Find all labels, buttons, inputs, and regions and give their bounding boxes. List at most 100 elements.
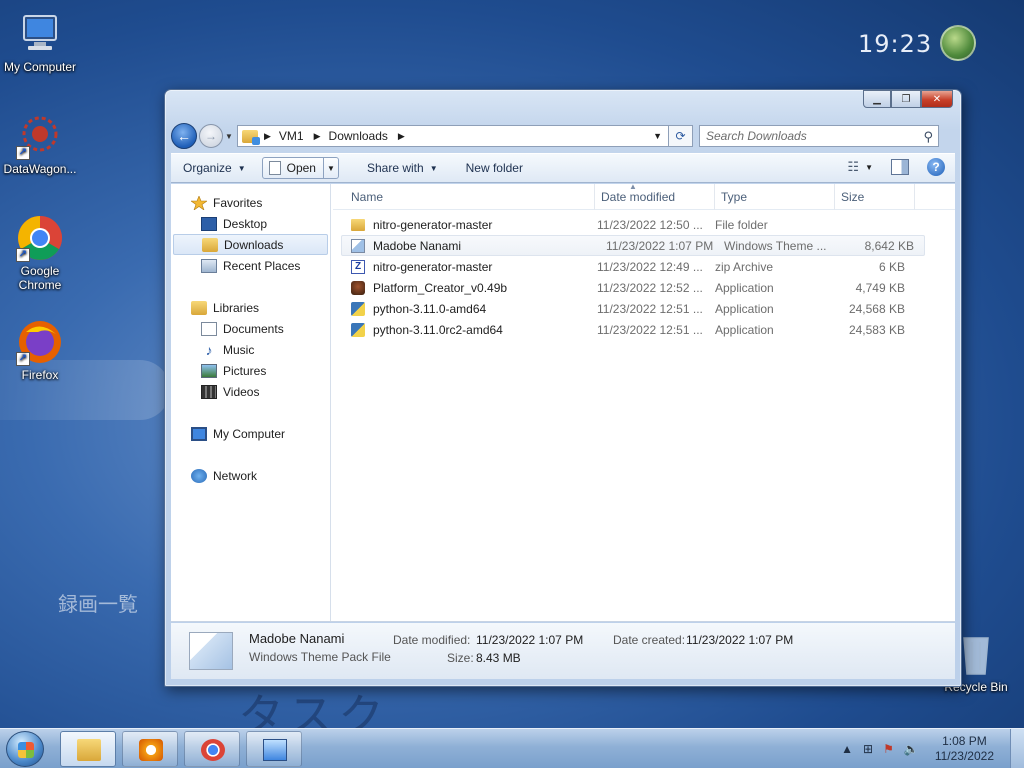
close-button[interactable]: ✕ bbox=[921, 90, 953, 108]
nav-desktop[interactable]: Desktop bbox=[171, 213, 330, 234]
taskbar-media-player[interactable] bbox=[122, 731, 178, 767]
show-desktop-button[interactable] bbox=[1010, 729, 1024, 768]
column-label: Name bbox=[351, 189, 384, 204]
navigation-bar: ← → ▼ ▶ VM1 ▶ Downloads ▶ ▼ ⟳ Search Dow… bbox=[171, 122, 955, 150]
breadcrumb-separator-icon[interactable]: ▶ bbox=[264, 131, 271, 142]
nav-downloads[interactable]: Downloads bbox=[173, 234, 328, 255]
share-with-menu[interactable]: Share with ▼ bbox=[367, 161, 438, 175]
desktop-icon-my-computer[interactable]: My Computer bbox=[0, 10, 80, 74]
file-type: zip Archive bbox=[715, 259, 774, 274]
nav-recent-places[interactable]: Recent Places bbox=[171, 255, 330, 276]
desktop-icon-firefox[interactable]: ↗ Firefox bbox=[0, 318, 80, 382]
computer-icon bbox=[16, 10, 64, 58]
star-icon bbox=[190, 194, 208, 211]
taskbar-clock[interactable]: 1:08 PM 11/23/2022 bbox=[935, 734, 994, 764]
music-note-icon: ♪ bbox=[205, 341, 213, 358]
file-rows: nitro-generator-master 11/23/2022 12:50 … bbox=[333, 210, 955, 340]
nav-music[interactable]: ♪ Music bbox=[171, 339, 330, 360]
desktop-icon-chrome[interactable]: ↗ Google Chrome bbox=[0, 214, 80, 292]
file-row[interactable]: python-3.11.0-amd64 11/23/2022 12:51 ...… bbox=[333, 298, 955, 319]
address-bar[interactable]: ▶ VM1 ▶ Downloads ▶ ▼ bbox=[237, 125, 669, 147]
details-pane: Madobe Nanami Windows Theme Pack File Da… bbox=[171, 623, 955, 679]
theme-file-thumbnail-icon bbox=[189, 632, 233, 670]
column-size[interactable]: Size bbox=[835, 183, 915, 210]
network-tray-icon[interactable]: ⊞ bbox=[863, 742, 873, 756]
column-date-modified[interactable]: Date modified bbox=[595, 183, 715, 210]
file-name: nitro-generator-master bbox=[373, 259, 493, 274]
desktop-icon-label: Firefox bbox=[21, 368, 59, 382]
taskbar: ▲ ⊞ ⚑ 🔈 1:08 PM 11/23/2022 bbox=[0, 728, 1024, 768]
file-type: Application bbox=[715, 301, 774, 316]
clock-date: 11/23/2022 bbox=[934, 749, 994, 763]
desktop-icon-label: Google Chrome bbox=[18, 264, 62, 292]
chevron-down-icon: ▼ bbox=[429, 163, 438, 173]
restore-button[interactable]: ❐ bbox=[891, 90, 921, 108]
shortcut-arrow-icon: ↗ bbox=[16, 146, 30, 160]
file-type: Application bbox=[715, 280, 774, 295]
nav-pictures[interactable]: Pictures bbox=[171, 360, 330, 381]
view-options-dropdown-icon[interactable]: ▼ bbox=[865, 163, 873, 172]
change-view-icon[interactable]: ☷ bbox=[847, 159, 859, 175]
volume-icon[interactable]: 🔈 bbox=[904, 742, 919, 756]
action-center-icon[interactable]: ⚑ bbox=[883, 742, 894, 756]
nav-label: Network bbox=[213, 468, 258, 483]
back-button[interactable]: ← bbox=[171, 123, 197, 149]
column-type[interactable]: Type bbox=[715, 183, 835, 210]
shortcut-arrow-icon: ↗ bbox=[16, 248, 30, 262]
taskbar-explorer[interactable] bbox=[60, 731, 116, 767]
column-label: Type bbox=[721, 189, 748, 204]
forward-button[interactable]: → bbox=[199, 124, 223, 148]
nav-documents[interactable]: Documents bbox=[171, 318, 330, 339]
recent-pages-dropdown[interactable]: ▼ bbox=[223, 132, 235, 141]
file-row[interactable]: nitro-generator-master 11/23/2022 12:50 … bbox=[333, 214, 955, 235]
details-date-modified: 11/23/2022 1:07 PM bbox=[476, 633, 584, 647]
new-folder-button[interactable]: New folder bbox=[466, 161, 523, 175]
preview-pane-icon[interactable] bbox=[891, 159, 909, 175]
windows-orb-gadget-icon bbox=[940, 25, 976, 61]
open-label: Open bbox=[286, 161, 316, 175]
organize-menu[interactable]: Organize ▼ bbox=[183, 161, 246, 175]
address-history-dropdown-icon[interactable]: ▼ bbox=[653, 131, 662, 141]
breadcrumb-vm1[interactable]: VM1 bbox=[279, 129, 304, 143]
nav-libraries[interactable]: Libraries bbox=[171, 297, 330, 318]
file-type: Windows Theme ... bbox=[724, 238, 827, 253]
media-player-icon bbox=[139, 739, 163, 761]
column-headers: ▲ Name Date modified Type Size bbox=[333, 182, 955, 210]
nav-network[interactable]: Network bbox=[171, 465, 330, 486]
breadcrumb-downloads[interactable]: Downloads bbox=[329, 129, 388, 143]
breadcrumb-separator-icon[interactable]: ▶ bbox=[398, 131, 405, 142]
wallpaper-text: 録画一覧 bbox=[58, 592, 138, 616]
theme-file-icon bbox=[351, 238, 365, 253]
sort-indicator-icon: ▲ bbox=[629, 182, 637, 191]
file-row-selected[interactable]: Madobe Nanami 11/23/2022 1:07 PM Windows… bbox=[341, 235, 925, 256]
search-icon[interactable]: ⚲ bbox=[923, 129, 933, 145]
nav-videos[interactable]: Videos bbox=[171, 381, 330, 402]
file-list: ▲ Name Date modified Type Size nitro-gen… bbox=[333, 182, 955, 621]
explorer-icon bbox=[77, 739, 101, 761]
open-button-group: Open ▼ bbox=[261, 157, 339, 179]
minimize-button[interactable]: ▁ bbox=[863, 90, 891, 108]
breadcrumb-separator-icon[interactable]: ▶ bbox=[314, 131, 321, 142]
open-with-dropdown[interactable]: ▼ bbox=[324, 158, 338, 178]
file-row[interactable]: python-3.11.0rc2-amd64 11/23/2022 12:51 … bbox=[333, 319, 955, 340]
file-row[interactable]: Platform_Creator_v0.49b 11/23/2022 12:52… bbox=[333, 277, 955, 298]
start-button[interactable] bbox=[6, 731, 44, 767]
nav-label: Pictures bbox=[223, 363, 267, 378]
column-name[interactable]: Name bbox=[333, 183, 595, 210]
taskbar-remote-desktop[interactable] bbox=[246, 731, 302, 767]
help-icon[interactable]: ? bbox=[927, 158, 945, 176]
file-row[interactable]: Znitro-generator-master 11/23/2022 12:49… bbox=[333, 256, 955, 277]
nav-my-computer[interactable]: My Computer bbox=[171, 423, 330, 444]
nav-label: Recent Places bbox=[223, 258, 301, 273]
details-file-name: Madobe Nanami bbox=[249, 631, 345, 646]
nav-favorites[interactable]: Favorites bbox=[171, 192, 330, 213]
network-icon bbox=[191, 468, 207, 483]
desktop-clock-gadget: 19:23 bbox=[858, 30, 933, 58]
open-button[interactable]: Open bbox=[263, 158, 324, 178]
show-hidden-icons-icon[interactable]: ▲ bbox=[841, 742, 853, 756]
installer-icon bbox=[351, 322, 365, 337]
taskbar-chrome[interactable] bbox=[184, 731, 240, 767]
refresh-button[interactable]: ⟳ bbox=[669, 125, 693, 147]
search-box[interactable]: Search Downloads ⚲ bbox=[699, 125, 939, 147]
desktop-icon-datawagon[interactable]: ↗ DataWagon... bbox=[0, 112, 80, 176]
